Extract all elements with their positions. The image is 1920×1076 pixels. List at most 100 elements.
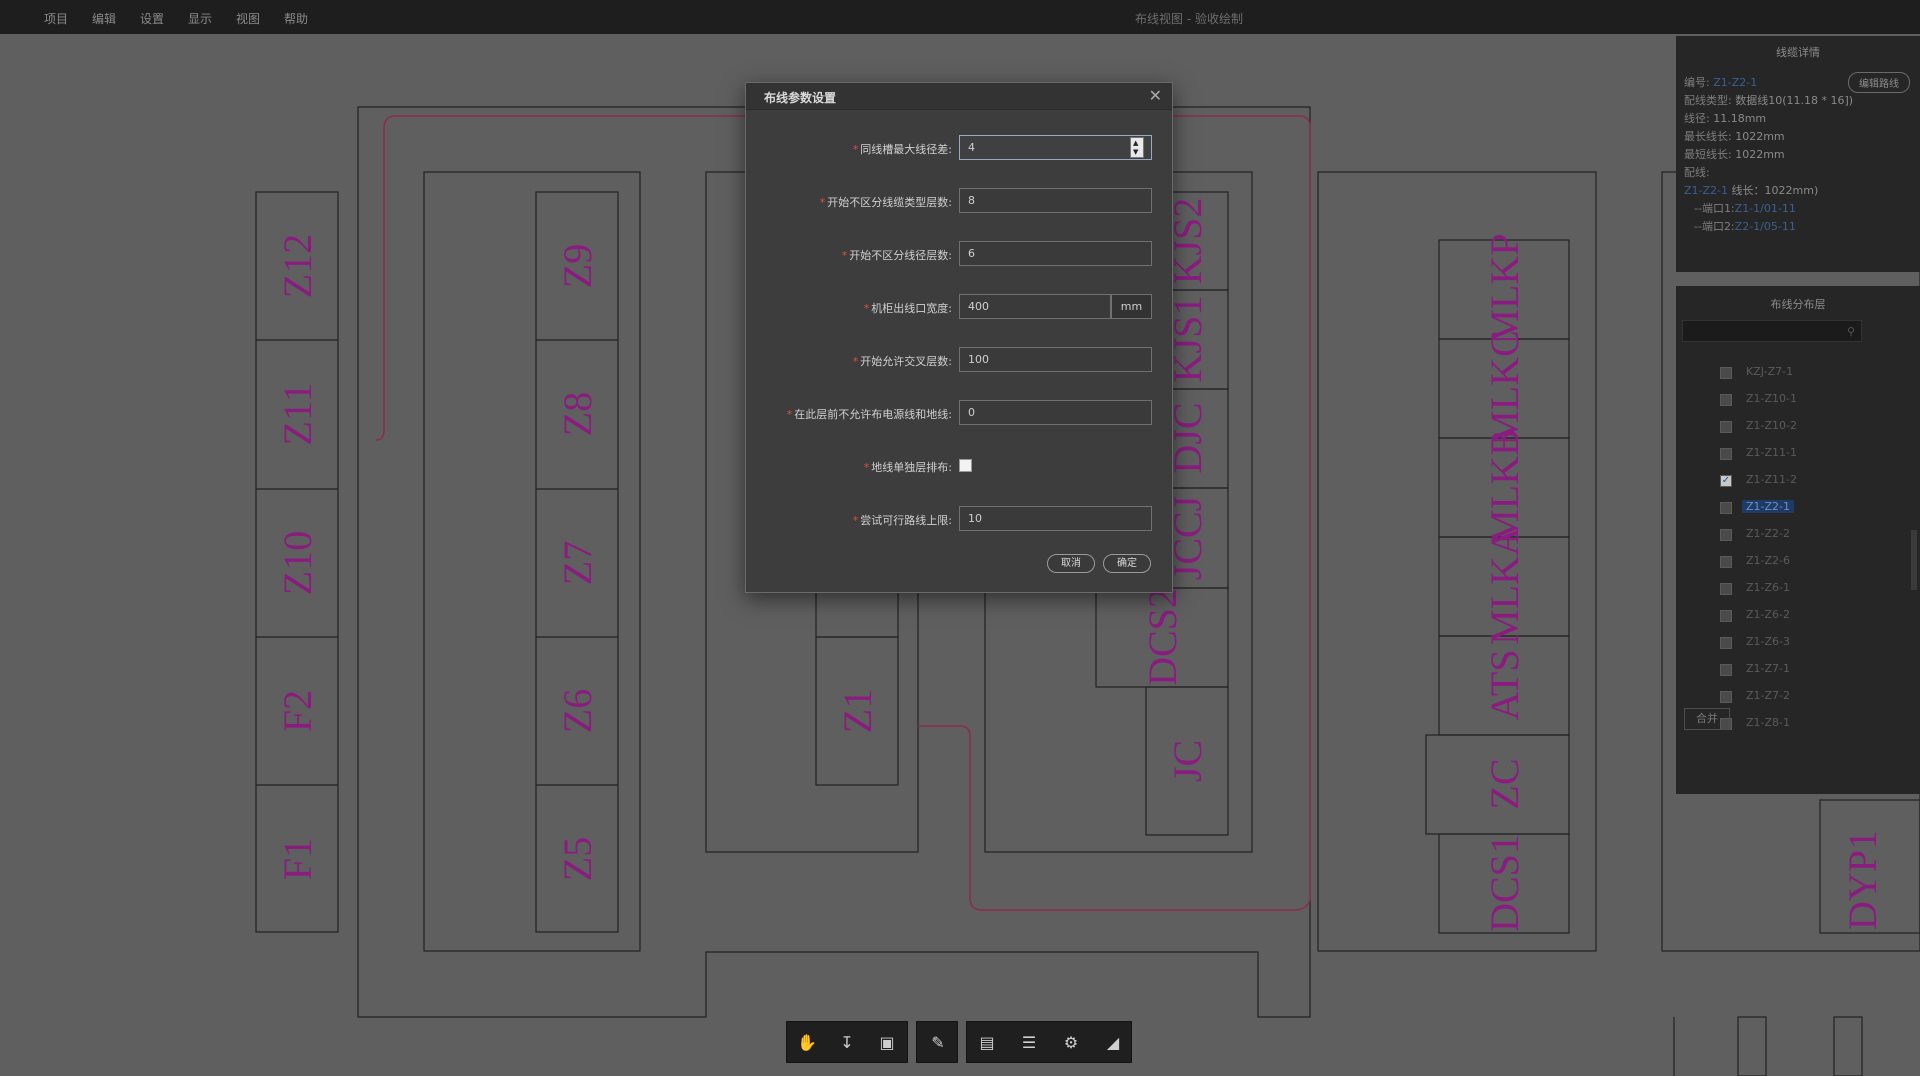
cabinet-label: Z12	[275, 234, 320, 298]
unit-label: mm	[1111, 294, 1152, 319]
field-label: * 地线单独层排布:	[864, 459, 952, 475]
crossing-layers-input[interactable]: 100	[959, 347, 1152, 372]
layer-list-scrollbar[interactable]	[1911, 530, 1917, 590]
cabinet-label: Z8	[555, 392, 600, 436]
layer-item-label: Z1-Z10-2	[1746, 419, 1798, 432]
layer-item[interactable]: Z1-Z6-1	[1676, 576, 1886, 602]
port-row: --端口1:Z1-1/01-11	[1694, 200, 1796, 216]
close-icon[interactable]: ✕	[1149, 86, 1162, 105]
layer-item[interactable]: Z1-Z10-2	[1676, 414, 1886, 440]
layer-checkbox[interactable]: ✓	[1720, 475, 1732, 487]
layer-checkbox[interactable]	[1720, 610, 1732, 622]
detail-key: 编号:	[1684, 76, 1710, 89]
field-label-text: 机柜出线口宽度:	[871, 302, 952, 315]
diameter-layers-input[interactable]: 6	[959, 241, 1152, 266]
field-row: * 同线槽最大线径差: 4 ▲ ▼	[746, 135, 1172, 161]
layers-icon[interactable]: ☰	[1017, 1031, 1041, 1055]
layer-search-input[interactable]: ⚲	[1682, 320, 1862, 342]
layer-checkbox[interactable]	[1720, 664, 1732, 676]
detail-key: 配线类型:	[1684, 94, 1732, 107]
layer-item[interactable]: ✓ Z1-Z11-2	[1676, 468, 1886, 494]
field-label: * 开始允许交叉层数:	[853, 353, 952, 369]
max-diameter-diff-input[interactable]: 4	[959, 135, 1152, 160]
field-row: * 尝试可行路线上限: 10	[746, 506, 1172, 532]
confirm-button[interactable]: 确定	[1103, 554, 1151, 573]
cabinet-outlet-width-input[interactable]: 400	[959, 294, 1111, 319]
detail-row: 最长线长: 1022mm	[1684, 128, 1785, 144]
layer-list[interactable]: KZJ-Z7-1 Z1-Z10-1 Z1-Z10-2 Z1-Z11-1 ✓ Z1-…	[1676, 360, 1920, 732]
cabinet-label: MLKA	[1482, 527, 1527, 645]
layer-checkbox[interactable]	[1720, 691, 1732, 703]
layer-item[interactable]: KZJ-Z7-1	[1676, 360, 1886, 386]
route-attempts-input[interactable]: 10	[959, 506, 1152, 531]
anchor-icon[interactable]: ↧	[835, 1031, 859, 1055]
route-row: Z1-Z2-1 线长：1022mm)	[1684, 182, 1818, 198]
port-row: --端口2:Z2-1/05-11	[1694, 218, 1796, 234]
fit-view-icon[interactable]: ◢	[1101, 1031, 1125, 1055]
cabinet-label: F2	[275, 690, 320, 732]
dialog-title: 布线参数设置	[764, 91, 837, 105]
hand-icon[interactable]: ✋	[795, 1031, 819, 1055]
ground-separate-checkbox[interactable]	[959, 459, 972, 472]
route-id[interactable]: Z1-Z2-1	[1684, 184, 1728, 197]
edit-route-button[interactable]: 编辑路线	[1848, 72, 1910, 93]
port-value[interactable]: Z1-1/01-11	[1735, 202, 1796, 215]
layer-item[interactable]: Z1-Z2-2	[1676, 522, 1886, 548]
toolbar-group-navigation: ✋ ↧ ▣	[786, 1021, 908, 1063]
layer-checkbox[interactable]	[1720, 583, 1732, 595]
layer-item[interactable]: Z1-Z10-1	[1676, 387, 1886, 413]
save-icon[interactable]: ▤	[975, 1031, 999, 1055]
field-label: * 机柜出线口宽度:	[864, 300, 952, 316]
toolbar-group-actions: ▤ ☰ ⚙ ◢	[966, 1021, 1132, 1063]
layer-item[interactable]: Z1-Z2-6	[1676, 549, 1886, 575]
field-label: * 在此层前不允许布电源线和地线:	[787, 406, 952, 422]
cabinet-label: Z10	[275, 531, 320, 595]
port-value[interactable]: Z2-1/05-11	[1735, 220, 1796, 233]
layer-checkbox[interactable]	[1720, 367, 1732, 379]
layer-item-label: Z1-Z10-1	[1746, 392, 1798, 405]
layer-item-label: Z1-Z7-2	[1746, 689, 1791, 702]
layer-item[interactable]: Z1-Z6-2	[1676, 603, 1886, 629]
camera-icon[interactable]: ▣	[875, 1031, 899, 1055]
required-marker: *	[786, 408, 793, 421]
detail-row: 线径: 11.18mm	[1684, 110, 1766, 126]
layer-checkbox[interactable]	[1720, 448, 1732, 460]
number-stepper[interactable]: ▲ ▼	[1130, 137, 1144, 158]
stepper-up-icon[interactable]: ▲	[1133, 139, 1138, 147]
cabinet-label: JC	[1165, 740, 1210, 782]
cabinet-label: F1	[275, 838, 320, 880]
stepper-down-icon[interactable]: ▼	[1133, 148, 1138, 156]
required-marker: *	[852, 143, 859, 156]
layer-checkbox[interactable]	[1720, 394, 1732, 406]
layer-item[interactable]: Z1-Z2-1	[1676, 495, 1886, 521]
route-length: 线长：1022mm)	[1731, 184, 1819, 197]
cabinet-label: DCS1	[1482, 834, 1527, 932]
layer-item[interactable]: Z1-Z6-3	[1676, 630, 1886, 656]
required-marker: *	[852, 355, 859, 368]
field-row: * 开始不区分线缆类型层数: 8	[746, 188, 1172, 214]
detail-key: 线径:	[1684, 112, 1710, 125]
layer-checkbox[interactable]	[1720, 502, 1732, 514]
field-label-text: 开始不区分线缆类型层数:	[827, 196, 952, 209]
layer-checkbox[interactable]	[1720, 556, 1732, 568]
layer-checkbox[interactable]	[1720, 421, 1732, 433]
layer-checkbox[interactable]	[1720, 529, 1732, 541]
layer-item[interactable]: Z1-Z7-1	[1676, 657, 1886, 683]
detail-row: 配线:	[1684, 164, 1710, 180]
cancel-button[interactable]: 取消	[1047, 554, 1095, 573]
gear-icon[interactable]: ⚙	[1059, 1031, 1083, 1055]
layer-item-label: Z1-Z2-2	[1746, 527, 1791, 540]
layer-item[interactable]: Z1-Z7-2	[1676, 684, 1886, 710]
layer-item[interactable]: Z1-Z11-1	[1676, 441, 1886, 467]
layer-item-label: Z1-Z7-1	[1746, 662, 1791, 675]
cable-type-layers-input[interactable]: 8	[959, 188, 1152, 213]
layer-checkbox[interactable]	[1720, 637, 1732, 649]
dialog-header: 布线参数设置 ✕	[746, 83, 1172, 110]
field-row: * 机柜出线口宽度: 400 mm	[746, 294, 1172, 320]
field-label: * 开始不区分线缆类型层数:	[820, 194, 952, 210]
required-marker: *	[852, 514, 859, 527]
pencil-icon[interactable]: ✎	[926, 1031, 950, 1055]
merge-button[interactable]: 合并	[1684, 708, 1730, 730]
field-row: * 在此层前不允许布电源线和地线: 0	[746, 400, 1172, 426]
power-ground-layer-input[interactable]: 0	[959, 400, 1152, 425]
